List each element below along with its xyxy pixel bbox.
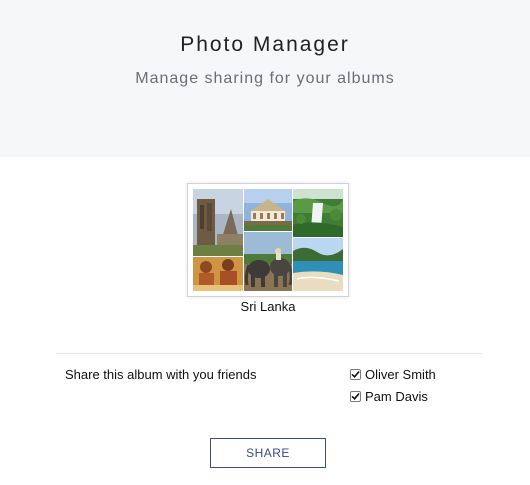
collage-tile-ruins xyxy=(193,189,243,256)
share-button[interactable]: SHARE xyxy=(210,438,326,468)
collage-tile-temple xyxy=(244,189,292,231)
share-label: Share this album with you friends xyxy=(65,367,257,382)
album-name: Sri Lanka xyxy=(240,299,296,314)
friend-option-pam-davis[interactable]: Pam Davis xyxy=(350,389,428,404)
page-subtitle: Manage sharing for your albums xyxy=(135,70,395,87)
album-thumbnail[interactable] xyxy=(187,183,349,297)
friend-name: Pam Davis xyxy=(365,389,428,404)
collage-tile-painting xyxy=(193,257,243,291)
friend-checkbox[interactable] xyxy=(350,369,361,380)
friend-name: Oliver Smith xyxy=(365,367,436,382)
friend-checkbox[interactable] xyxy=(350,391,361,402)
section-divider xyxy=(56,353,482,354)
collage-tile-elephants xyxy=(244,232,293,291)
page-title: Photo Manager xyxy=(180,33,350,56)
collage-tile-beach xyxy=(293,238,343,291)
checkmark-icon xyxy=(351,393,360,400)
photo-manager-page: Photo Manager Manage sharing for your al… xyxy=(0,0,530,485)
photo-collage-icon xyxy=(193,189,343,291)
page-header: Photo Manager Manage sharing for your al… xyxy=(0,0,530,157)
collage-tile-waterfall xyxy=(293,189,343,237)
friend-option-oliver-smith[interactable]: Oliver Smith xyxy=(350,367,436,382)
checkmark-icon xyxy=(351,371,360,378)
